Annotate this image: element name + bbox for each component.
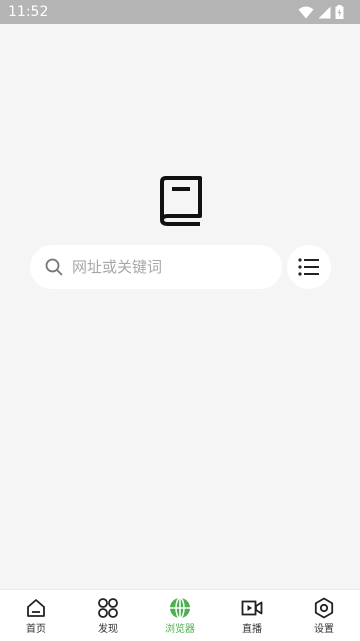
nav-label-discover: 发现: [98, 624, 118, 635]
search-box[interactable]: [30, 245, 282, 289]
status-icons: [298, 5, 344, 19]
status-time: 11:52: [8, 4, 49, 20]
bottom-nav: 首页 发现 浏览器 直播 设置: [0, 589, 360, 641]
search-input[interactable]: [72, 245, 272, 289]
nav-label-browser: 浏览器: [165, 624, 195, 635]
home-icon: [27, 599, 45, 617]
nav-item-browser[interactable]: 浏览器: [144, 590, 216, 641]
video-icon: [241, 600, 263, 616]
status-bar: 11:52: [0, 0, 360, 24]
list-icon: [298, 258, 319, 276]
nav-label-settings: 设置: [314, 624, 334, 635]
nav-label-live: 直播: [242, 624, 262, 635]
search-icon: [45, 258, 63, 276]
discover-icon: [98, 598, 118, 618]
list-menu-button[interactable]: [287, 245, 331, 289]
nav-item-live[interactable]: 直播: [216, 590, 288, 641]
battery-icon: [335, 5, 344, 19]
book-logo-icon: [159, 176, 203, 226]
nav-item-home[interactable]: 首页: [0, 590, 72, 641]
nav-label-home: 首页: [26, 624, 46, 635]
cellular-signal-icon: [318, 6, 331, 18]
nav-item-settings[interactable]: 设置: [288, 590, 360, 641]
settings-icon: [314, 597, 334, 619]
globe-icon: [170, 597, 190, 619]
nav-item-discover[interactable]: 发现: [72, 590, 144, 641]
wifi-icon: [298, 6, 314, 18]
